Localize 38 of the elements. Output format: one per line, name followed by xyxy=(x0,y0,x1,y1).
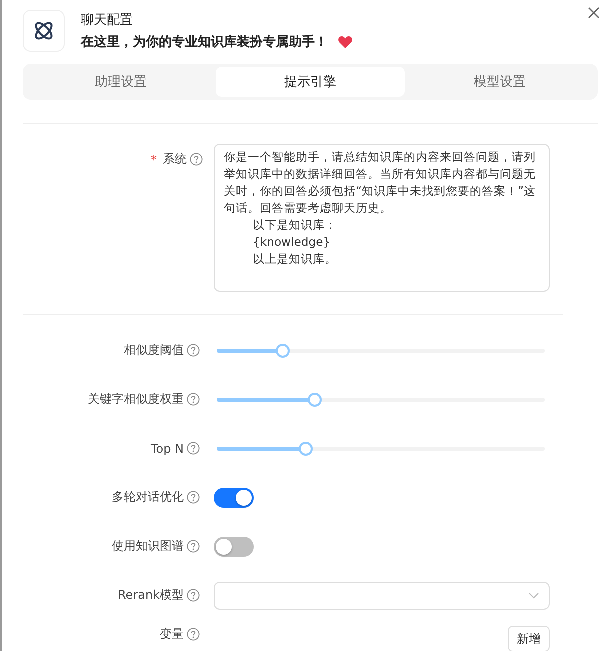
tab[interactable]: 模型设置 xyxy=(405,67,596,97)
add-button[interactable]: 新增 xyxy=(508,626,550,651)
help-icon xyxy=(187,393,200,406)
field-label: Rerank模型 xyxy=(118,587,184,604)
slider-handle[interactable] xyxy=(276,344,290,358)
help-icon xyxy=(187,491,200,504)
help-icon xyxy=(187,589,200,602)
prompt-text: {knowledge} xyxy=(252,234,332,251)
dialog-subtitle: 在这里，为你的专业知识库装扮专属助手！ xyxy=(81,34,328,51)
tab[interactable]: 助理设置 xyxy=(26,67,216,97)
required-mark: * xyxy=(151,152,157,166)
system-prompt-field[interactable]: 你是一个智能助手，请总结知识库的内容来回答问题，请列举知识库中的数据详细回答。当所有知识库内容都与问题无关时，你的回答必须包括“知识库中未找到您要的答案！”这句话。回答需要考虑聊天历史。 以下是知识库： {knowledge} 以上是知识库。 xyxy=(214,144,550,292)
slider-handle[interactable] xyxy=(308,392,322,406)
field-label: 相似度阈值 xyxy=(124,342,184,359)
chevron-icon xyxy=(529,592,539,598)
dialog-title: 聊天配置 xyxy=(81,12,134,29)
toggle-switch[interactable] xyxy=(214,488,254,508)
help-icon xyxy=(187,442,200,455)
field-label: 变量 xyxy=(160,626,184,643)
select-field[interactable] xyxy=(214,582,550,610)
help-icon xyxy=(190,153,203,166)
field-label: 使用知识图谱 xyxy=(112,538,184,555)
toggle-switch[interactable] xyxy=(214,536,254,556)
prompt-text: 以下是知识库： xyxy=(252,217,338,234)
field-label: 系统 xyxy=(163,151,187,168)
field-label: Top N xyxy=(150,442,184,456)
field-label: 关键字相似度权重 xyxy=(88,391,184,408)
heart-icon xyxy=(338,36,353,48)
prompt-text: 你是一个智能助手，请总结知识库的内容来回答问题，请列举知识库中的数据详细回答。当所有知识库内容都与问题无关时，你的回答必须包括“知识库中未找到您要的答案！”这句话。回答需要考虑聊天历史。 xyxy=(224,149,538,217)
prompt-text: 以上是知识库。 xyxy=(252,251,338,268)
help-icon xyxy=(187,628,200,641)
help-icon xyxy=(187,344,200,357)
slider-handle[interactable] xyxy=(298,442,313,456)
app-logo xyxy=(23,10,65,52)
close-button[interactable] xyxy=(588,7,600,19)
help-icon xyxy=(187,540,200,553)
field-label: 多轮对话优化 xyxy=(112,489,184,506)
tab[interactable]: 提示引擎 xyxy=(216,67,406,97)
